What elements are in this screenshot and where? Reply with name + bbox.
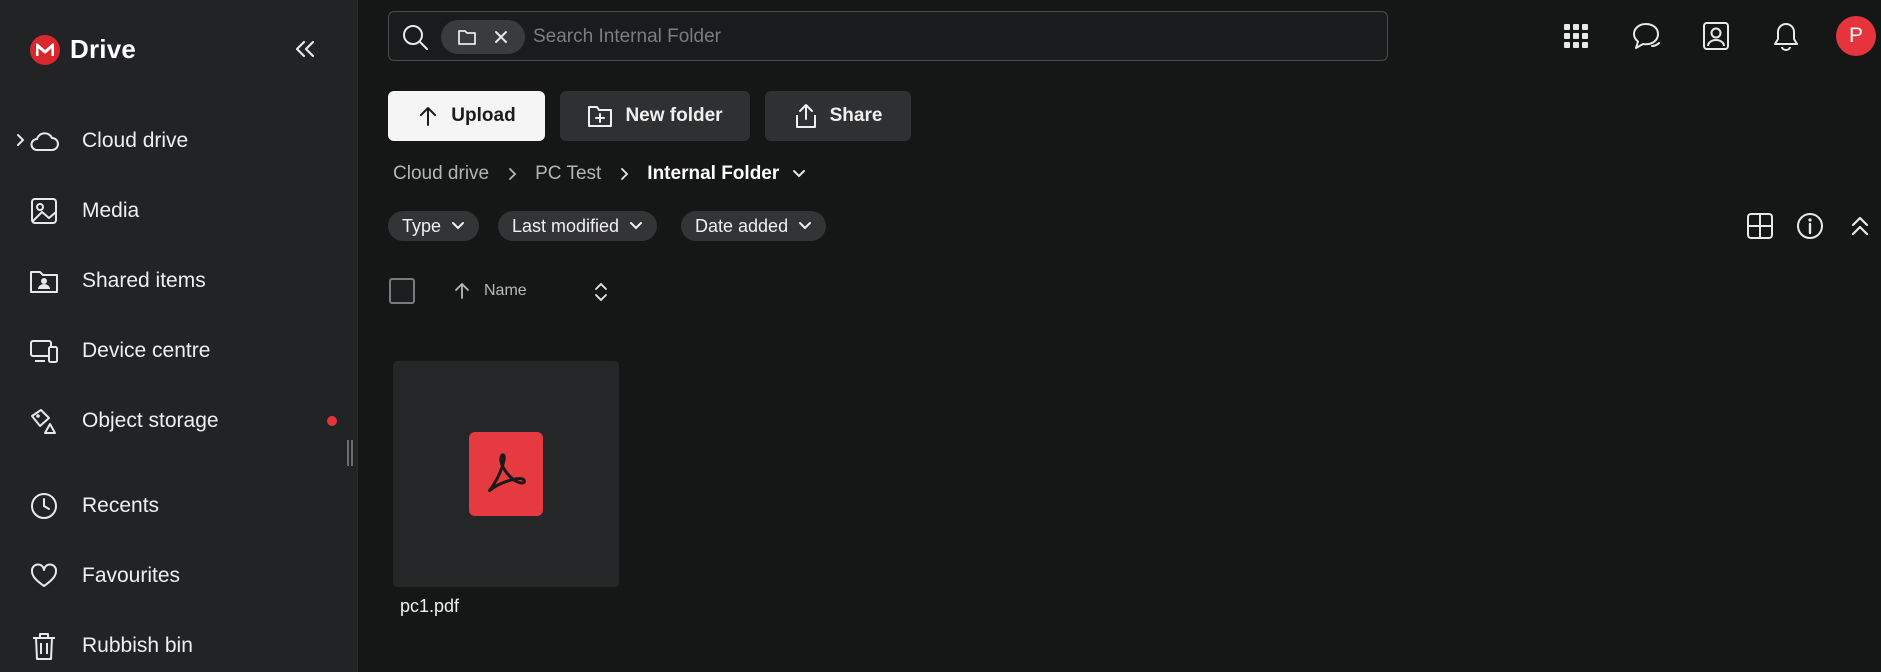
contacts-button[interactable] bbox=[1696, 16, 1736, 56]
sidebar-item-label: Rubbish bin bbox=[82, 634, 193, 657]
folder-plus-icon bbox=[588, 106, 613, 127]
select-all-checkbox[interactable] bbox=[389, 278, 415, 304]
share-button[interactable]: Share bbox=[765, 91, 911, 141]
sidebar-item-label: Object storage bbox=[82, 409, 219, 432]
sidebar-item-rubbish-bin[interactable]: Rubbish bin bbox=[0, 619, 340, 672]
chevron-down-icon bbox=[452, 222, 465, 230]
sidebar-item-label: Shared items bbox=[82, 269, 206, 292]
breadcrumb-internal-folder[interactable]: Internal Folder bbox=[647, 163, 779, 185]
chevron-down-icon bbox=[799, 222, 812, 230]
file-card[interactable] bbox=[393, 361, 619, 587]
sidebar-item-cloud-drive[interactable]: Cloud drive bbox=[0, 114, 340, 168]
chat-icon bbox=[1633, 23, 1660, 49]
filter-last-modified-label: Last modified bbox=[512, 215, 620, 236]
clock-icon bbox=[29, 491, 59, 521]
arrow-up-icon bbox=[455, 283, 469, 299]
sort-toggle-icon[interactable] bbox=[592, 280, 610, 304]
chevron-right-icon bbox=[505, 167, 519, 181]
mega-logo-icon bbox=[30, 34, 60, 65]
cloud-icon bbox=[29, 126, 59, 156]
shared-folder-icon bbox=[29, 266, 59, 296]
info-button[interactable] bbox=[1794, 210, 1826, 242]
new-folder-button[interactable]: New folder bbox=[560, 91, 750, 141]
sidebar-item-device-centre[interactable]: Device centre bbox=[0, 324, 340, 378]
upload-label: Upload bbox=[451, 105, 516, 126]
column-header-name[interactable]: Name bbox=[484, 282, 527, 300]
search-icon[interactable] bbox=[401, 23, 429, 51]
new-folder-label: New folder bbox=[625, 105, 723, 126]
sidebar-item-label: Media bbox=[82, 199, 140, 222]
filter-type[interactable]: Type bbox=[388, 211, 480, 241]
avatar[interactable]: P bbox=[1836, 16, 1876, 56]
folder-icon bbox=[458, 30, 476, 45]
share-icon bbox=[795, 104, 816, 128]
close-icon[interactable] bbox=[493, 29, 509, 45]
sidebar-item-label: Recents bbox=[82, 494, 160, 517]
sidebar-item-media[interactable]: Media bbox=[0, 184, 340, 238]
sidebar-resize-handle[interactable] bbox=[346, 440, 354, 466]
file-name[interactable]: pc1.pdf bbox=[400, 596, 459, 617]
notification-dot bbox=[327, 416, 337, 426]
upload-button[interactable]: Upload bbox=[388, 91, 545, 141]
bell-icon bbox=[1774, 23, 1798, 51]
double-chevron-left-icon bbox=[295, 40, 315, 58]
search-bar[interactable] bbox=[388, 11, 1388, 61]
app-name: Drive bbox=[70, 34, 137, 64]
share-label: Share bbox=[829, 105, 883, 126]
sidebar-item-label: Cloud drive bbox=[82, 129, 189, 152]
filter-date-added-label: Date added bbox=[695, 215, 789, 236]
info-icon bbox=[1797, 213, 1823, 239]
grid-view-icon bbox=[1747, 213, 1773, 239]
arrow-up-icon bbox=[420, 107, 437, 126]
grid-view-button[interactable] bbox=[1744, 210, 1776, 242]
apps-grid-icon bbox=[1564, 24, 1588, 48]
pdf-icon bbox=[469, 432, 543, 516]
chevron-right-icon[interactable] bbox=[12, 132, 28, 148]
sidebar: Drive Cloud drive Media Shared items Dev… bbox=[0, 0, 358, 672]
trash-icon bbox=[29, 631, 59, 661]
chevron-right-icon bbox=[617, 167, 631, 181]
search-scope-chip[interactable] bbox=[441, 20, 525, 54]
filter-date-added[interactable]: Date added bbox=[681, 211, 827, 241]
breadcrumb-cloud-drive[interactable]: Cloud drive bbox=[393, 163, 489, 185]
search-input[interactable] bbox=[533, 22, 1373, 52]
breadcrumb: Cloud drive PC Test Internal Folder bbox=[393, 163, 807, 185]
notifications-button[interactable] bbox=[1766, 16, 1806, 56]
collapse-sidebar-button[interactable] bbox=[290, 34, 320, 64]
apps-grid-button[interactable] bbox=[1556, 16, 1596, 56]
chat-button[interactable] bbox=[1626, 16, 1666, 56]
sidebar-item-shared-items[interactable]: Shared items bbox=[0, 254, 340, 308]
heart-icon bbox=[29, 561, 59, 591]
sidebar-item-recents[interactable]: Recents bbox=[0, 479, 340, 533]
brand[interactable]: Drive bbox=[30, 34, 136, 65]
sidebar-item-label: Favourites bbox=[82, 564, 181, 587]
contacts-icon bbox=[1703, 22, 1729, 50]
object-storage-icon bbox=[29, 406, 59, 436]
sidebar-item-object-storage[interactable]: Object storage bbox=[0, 394, 340, 448]
breadcrumb-pc-test[interactable]: PC Test bbox=[535, 163, 601, 185]
sidebar-item-favourites[interactable]: Favourites bbox=[0, 549, 340, 603]
filter-last-modified[interactable]: Last modified bbox=[498, 211, 658, 241]
filter-type-label: Type bbox=[402, 215, 442, 236]
chevron-down-icon[interactable] bbox=[791, 167, 807, 181]
chevron-down-icon bbox=[630, 222, 643, 230]
double-chevron-up-icon bbox=[1851, 216, 1869, 236]
image-icon bbox=[29, 196, 59, 226]
collapse-filters-button[interactable] bbox=[1844, 210, 1876, 242]
sidebar-item-label: Device centre bbox=[82, 339, 211, 362]
devices-icon bbox=[29, 336, 59, 366]
